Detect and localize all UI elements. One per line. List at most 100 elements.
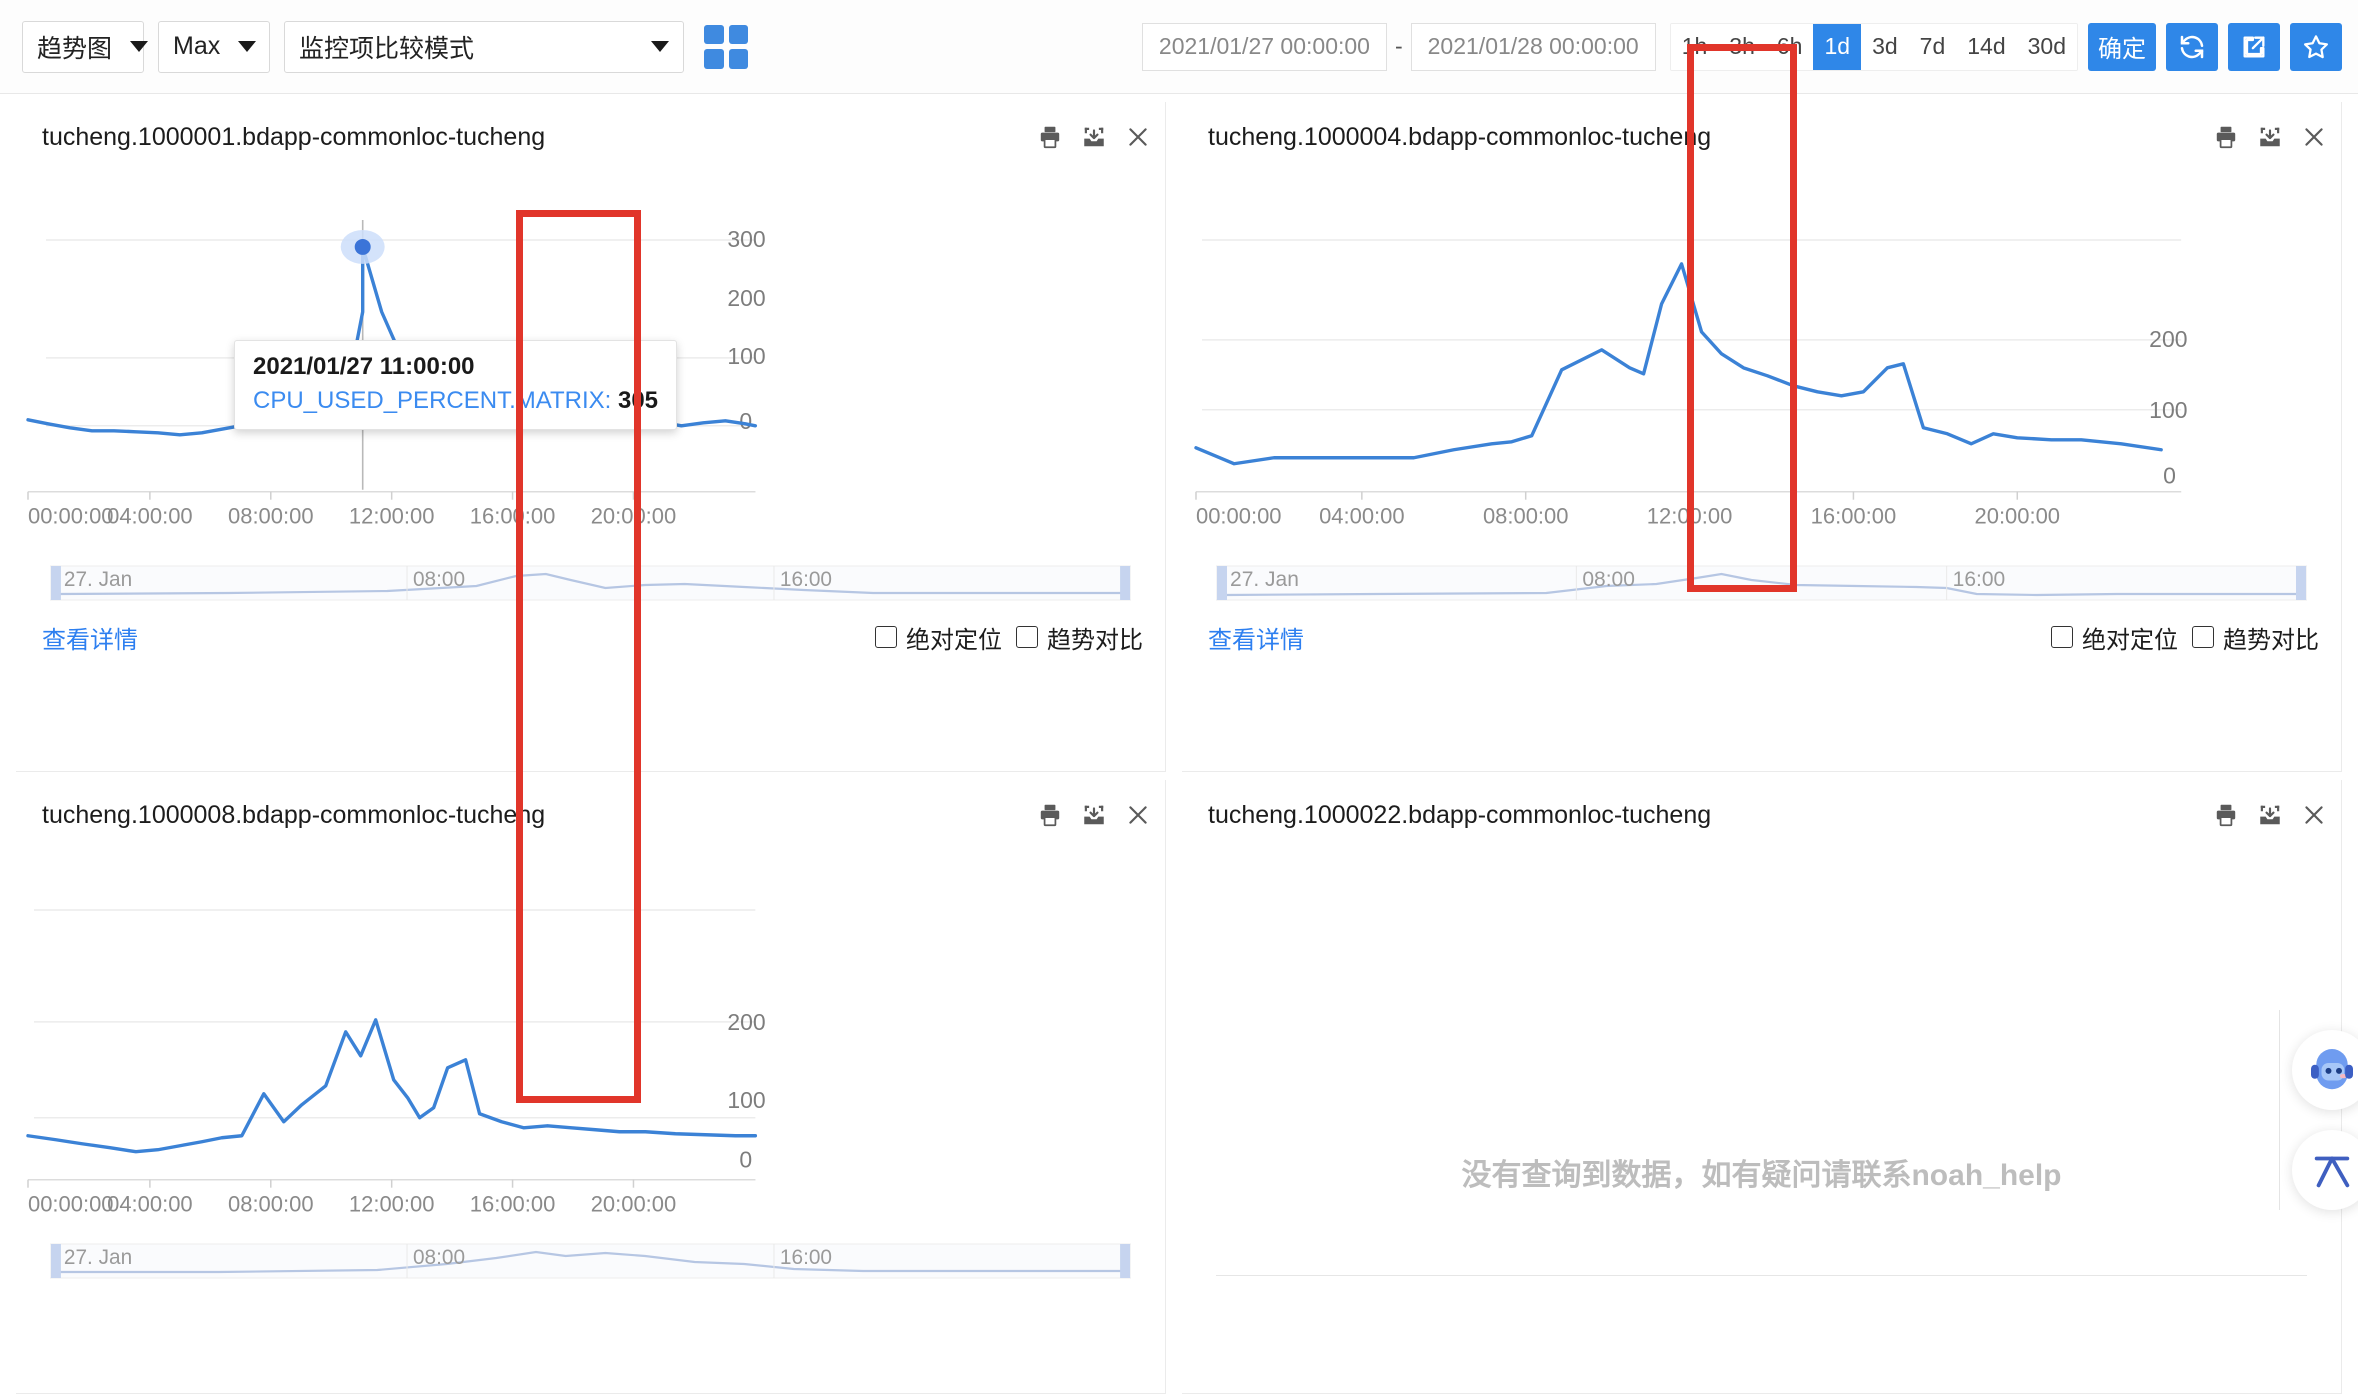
checkbox-box bbox=[2192, 626, 2214, 649]
checkbox-label: 趋势对比 bbox=[2223, 626, 2319, 654]
time-brush-1[interactable]: 27. Jan 08:00 16:00 bbox=[49, 564, 1132, 602]
save-download-icon[interactable] bbox=[1081, 124, 1107, 150]
chart-type-select[interactable]: 趋势图 bbox=[22, 20, 149, 73]
trend-compare-checkbox[interactable]: 趋势对比 bbox=[2192, 620, 2319, 655]
view-detail-link[interactable]: 查看详情 bbox=[42, 620, 138, 655]
svg-text:27. Jan: 27. Jan bbox=[64, 1246, 132, 1269]
range-button-6h[interactable]: 6h bbox=[1765, 23, 1814, 70]
svg-text:00:00:00: 00:00:00 bbox=[1196, 504, 1282, 529]
brush-handle-left[interactable] bbox=[50, 1243, 61, 1278]
line-chart-svg: 200 100 0 00:00:00 04:00:00 08:00:00 12:… bbox=[26, 909, 766, 1217]
footer-options: 绝对定位 趋势对比 bbox=[2051, 620, 2327, 655]
grid-cell bbox=[704, 24, 724, 44]
scroll-top-icon[interactable] bbox=[2292, 1130, 2358, 1210]
chart-plot-3[interactable]: 200 100 0 00:00:00 04:00:00 08:00:00 12:… bbox=[16, 850, 1165, 1242]
close-icon[interactable] bbox=[1125, 124, 1151, 150]
range-button-3d[interactable]: 3d bbox=[1861, 23, 1909, 70]
svg-text:16:00: 16:00 bbox=[1953, 568, 2006, 591]
brush-handle-left[interactable] bbox=[1217, 565, 1228, 600]
favorite-button[interactable] bbox=[2290, 22, 2342, 71]
grid-cell bbox=[728, 49, 748, 69]
grid-2x2-icon[interactable] bbox=[704, 24, 748, 69]
chart-panel-3: tucheng.1000008.bdapp-commonloc-tucheng bbox=[16, 780, 1166, 1394]
start-time-input[interactable]: 2021/01/27 00:00:00 bbox=[1141, 22, 1387, 71]
view-detail-link[interactable]: 查看详情 bbox=[1208, 620, 1304, 655]
svg-text:12:00:00: 12:00:00 bbox=[349, 504, 435, 529]
svg-text:00:00:00: 00:00:00 bbox=[28, 1192, 114, 1217]
compare-mode-select[interactable]: 监控项比较模式 bbox=[284, 20, 684, 73]
range-button-1h[interactable]: 1h bbox=[1670, 23, 1719, 70]
range-button-30d[interactable]: 30d bbox=[2016, 23, 2077, 70]
range-button-7d[interactable]: 7d bbox=[1908, 23, 1957, 70]
trend-dashboard: 趋势图 Max 监控项比较模式 2021/01/27 00:00:00 - 20 bbox=[0, 0, 2358, 1396]
brush-handle-left[interactable] bbox=[50, 565, 61, 600]
aggregation-value: Max bbox=[173, 32, 221, 60]
brush-handle-right[interactable] bbox=[1120, 565, 1131, 600]
range-button-14d[interactable]: 14d bbox=[1956, 23, 2017, 70]
checkbox-label: 趋势对比 bbox=[1047, 626, 1143, 654]
close-icon[interactable] bbox=[1125, 802, 1151, 828]
time-range-separator: - bbox=[1394, 33, 1403, 59]
checkbox-label: 绝对定位 bbox=[906, 626, 1002, 654]
confirm-button[interactable]: 确定 bbox=[2088, 22, 2156, 71]
close-icon[interactable] bbox=[2301, 124, 2327, 150]
range-button-1d[interactable]: 1d bbox=[1813, 23, 1862, 70]
right-edge-divider bbox=[2279, 1010, 2280, 1210]
svg-text:27. Jan: 27. Jan bbox=[1230, 568, 1299, 591]
absolute-position-checkbox[interactable]: 绝对定位 bbox=[875, 620, 1002, 655]
tooltip-series-name: CPU_USED_PERCENT.MATRIX: bbox=[253, 387, 612, 414]
y-axis-labels: 200 100 0 bbox=[2149, 326, 2187, 489]
brush-handle-right[interactable] bbox=[1120, 1243, 1131, 1278]
chart-plot-2[interactable]: 200 100 0 00:00:00 04:00:00 08:00:00 12:… bbox=[1182, 172, 2341, 564]
chart-panel-1: tucheng.1000001.bdapp-commonloc-tucheng bbox=[16, 102, 1166, 772]
chart-plot-1[interactable]: 300 200 100 0 00:00:00 04:00:00 08:00:00… bbox=[16, 172, 1165, 564]
save-download-icon[interactable] bbox=[2257, 802, 2283, 828]
svg-text:00:00:00: 00:00:00 bbox=[28, 504, 114, 529]
print-icon[interactable] bbox=[2213, 802, 2239, 828]
save-download-icon[interactable] bbox=[2257, 124, 2283, 150]
star-icon bbox=[2304, 34, 2328, 58]
assistant-launcher[interactable] bbox=[2292, 1030, 2358, 1110]
chevron-down-icon bbox=[238, 41, 257, 52]
external-link-icon bbox=[2243, 36, 2265, 57]
open-external-button[interactable] bbox=[2228, 22, 2280, 71]
gridlines bbox=[1201, 239, 2182, 493]
print-icon[interactable] bbox=[1037, 124, 1063, 150]
tooltip-timestamp: 2021/01/27 11:00:00 bbox=[253, 353, 475, 380]
svg-text:100: 100 bbox=[2149, 397, 2187, 423]
chart-panel-2: tucheng.1000004.bdapp-commonloc-tucheng bbox=[1182, 102, 2342, 772]
save-download-icon[interactable] bbox=[1081, 802, 1107, 828]
panel-title: tucheng.1000004.bdapp-commonloc-tucheng bbox=[1208, 122, 1712, 151]
print-icon[interactable] bbox=[1037, 802, 1063, 828]
svg-text:20:00:00: 20:00:00 bbox=[591, 1192, 677, 1217]
x-axis bbox=[27, 1178, 756, 1188]
range-button-3h[interactable]: 3h bbox=[1718, 23, 1766, 70]
absolute-position-checkbox[interactable]: 绝对定位 bbox=[2051, 620, 2178, 655]
svg-text:20:00:00: 20:00:00 bbox=[591, 504, 677, 529]
svg-text:16:00: 16:00 bbox=[780, 568, 832, 591]
chart-type-value: 趋势图 bbox=[37, 34, 113, 63]
brush-handle-right[interactable] bbox=[2295, 565, 2306, 600]
x-axis bbox=[27, 490, 756, 500]
svg-text:08:00: 08:00 bbox=[413, 568, 465, 591]
end-time-input[interactable]: 2021/01/28 00:00:00 bbox=[1410, 22, 1656, 71]
panel-header: tucheng.1000008.bdapp-commonloc-tucheng bbox=[16, 780, 1165, 850]
panel-header: tucheng.1000022.bdapp-commonloc-tucheng bbox=[1182, 780, 2341, 850]
toolbar-left-group: 趋势图 Max 监控项比较模式 bbox=[0, 20, 748, 73]
x-axis-labels: 00:00:00 04:00:00 08:00:00 12:00:00 16:0… bbox=[1196, 504, 2060, 529]
svg-text:16:00:00: 16:00:00 bbox=[1811, 504, 1897, 529]
refresh-button[interactable] bbox=[2166, 22, 2218, 71]
close-icon[interactable] bbox=[2301, 802, 2327, 828]
svg-text:300: 300 bbox=[727, 226, 765, 252]
scroll-top-launcher[interactable] bbox=[2292, 1130, 2358, 1210]
robot-assistant-icon[interactable] bbox=[2292, 1030, 2358, 1110]
panel-actions bbox=[2213, 124, 2327, 150]
time-brush-2[interactable]: 27. Jan 08:00 16:00 bbox=[1215, 564, 2308, 602]
svg-text:100: 100 bbox=[727, 343, 765, 369]
empty-state-divider bbox=[1216, 1275, 2307, 1276]
print-icon[interactable] bbox=[2213, 124, 2239, 150]
trend-compare-checkbox[interactable]: 趋势对比 bbox=[1016, 620, 1143, 655]
refresh-icon bbox=[2180, 35, 2204, 58]
time-brush-3[interactable]: 27. Jan 08:00 16:00 bbox=[49, 1242, 1132, 1280]
aggregation-select[interactable]: Max bbox=[158, 20, 270, 73]
